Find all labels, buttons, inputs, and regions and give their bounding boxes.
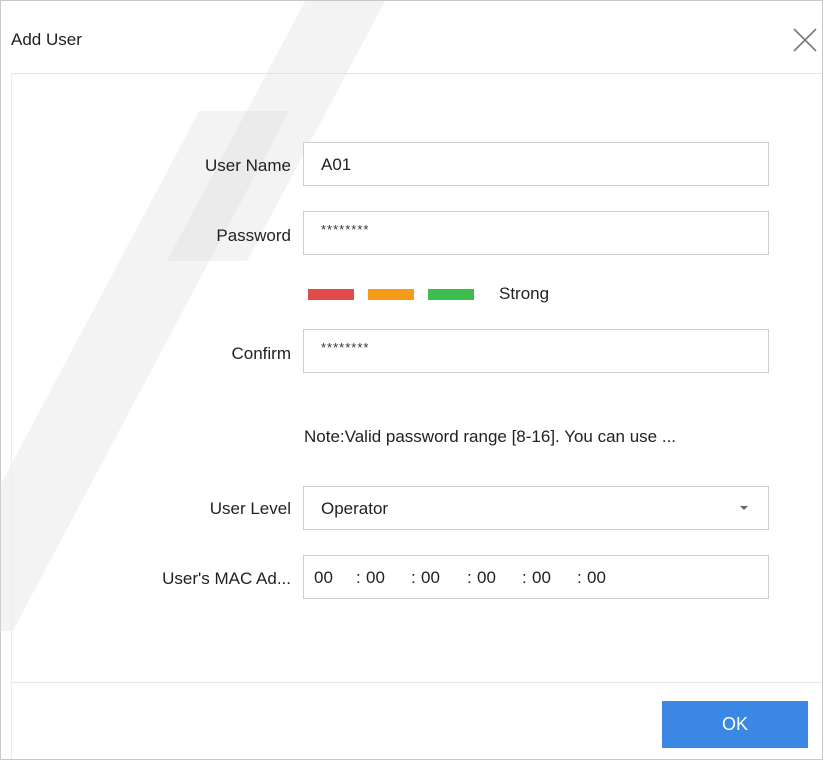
ok-button[interactable]: OK bbox=[662, 701, 808, 748]
confirm-value: ******** bbox=[321, 340, 370, 355]
mac-separator: : bbox=[467, 568, 472, 587]
mac-separator: : bbox=[577, 568, 582, 587]
mac-octet-1[interactable]: 00 bbox=[314, 568, 333, 588]
password-input[interactable]: ******** bbox=[303, 211, 769, 255]
password-label: Password bbox=[216, 226, 291, 245]
confirm-label: Confirm bbox=[231, 344, 291, 363]
watermark bbox=[0, 111, 290, 631]
footer-divider bbox=[11, 682, 822, 683]
dialog-title: Add User bbox=[11, 30, 82, 49]
strength-label: Strong bbox=[499, 284, 550, 303]
mac-octet-2[interactable]: 00 bbox=[366, 568, 385, 588]
user-level-value: Operator bbox=[321, 499, 389, 518]
mac-separator: : bbox=[522, 568, 527, 587]
strength-bar-strong bbox=[428, 289, 474, 300]
user-name-value: A01 bbox=[321, 155, 352, 174]
mac-address-input[interactable]: 00 : 00 : 00 : 00 : 00 : 00 bbox=[303, 555, 769, 599]
mac-octet-3[interactable]: 00 bbox=[421, 568, 440, 588]
password-note: Note:Valid password range [8-16]. You ca… bbox=[304, 427, 677, 446]
password-value: ******** bbox=[321, 222, 370, 237]
mac-separator: : bbox=[411, 568, 416, 587]
user-name-label: User Name bbox=[205, 156, 291, 175]
mac-address-label: User's MAC Ad... bbox=[162, 569, 291, 588]
mac-octet-5[interactable]: 00 bbox=[532, 568, 551, 588]
confirm-input[interactable]: ******** bbox=[303, 329, 769, 373]
strength-bar-medium bbox=[368, 289, 414, 300]
mac-separator: : bbox=[356, 568, 361, 587]
close-icon[interactable] bbox=[790, 25, 820, 55]
user-level-select[interactable]: Operator bbox=[303, 486, 769, 530]
user-level-label: User Level bbox=[209, 499, 291, 518]
mac-octet-6[interactable]: 00 bbox=[587, 568, 606, 588]
user-name-input[interactable]: A01 bbox=[303, 142, 769, 186]
caret-down-icon bbox=[740, 506, 748, 510]
strength-bar-weak bbox=[308, 289, 354, 300]
dialog-titlebar: Add User bbox=[11, 1, 822, 74]
mac-octet-4[interactable]: 00 bbox=[477, 568, 496, 588]
add-user-dialog: Add User User Name A01 Password ********… bbox=[0, 0, 823, 760]
